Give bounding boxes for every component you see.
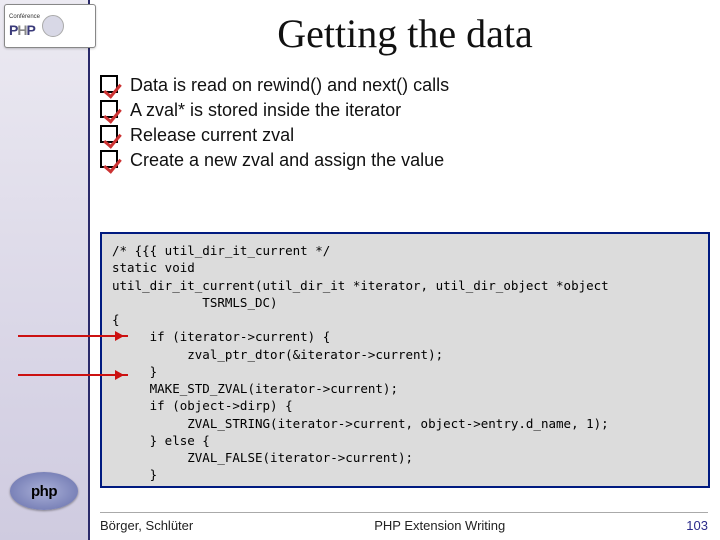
checkbox-checked-icon bbox=[100, 125, 118, 143]
sidebar bbox=[0, 0, 88, 540]
bullet-text: Data is read on rewind() and next() call… bbox=[130, 75, 449, 96]
bullet-list: Data is read on rewind() and next() call… bbox=[100, 75, 700, 175]
bullet-text: Release current zval bbox=[130, 125, 294, 146]
checkbox-checked-icon bbox=[100, 100, 118, 118]
slide: Conférence PHP Getting the data Data is … bbox=[0, 0, 720, 540]
footer-title: PHP Extension Writing bbox=[193, 518, 686, 533]
arrow-icon bbox=[18, 335, 128, 337]
bullet-item: Data is read on rewind() and next() call… bbox=[100, 75, 700, 96]
conference-logo: Conférence PHP bbox=[4, 4, 96, 48]
conference-php: PHP bbox=[9, 22, 40, 38]
bullet-item: Create a new zval and assign the value bbox=[100, 150, 700, 171]
bullet-item: A zval* is stored inside the iterator bbox=[100, 100, 700, 121]
php-logo: php bbox=[10, 472, 78, 510]
conference-logo-text: Conférence PHP bbox=[9, 14, 40, 39]
code-block: /* {{{ util_dir_it_current */ static voi… bbox=[100, 232, 710, 488]
bullet-text: A zval* is stored inside the iterator bbox=[130, 100, 401, 121]
footer-authors: Börger, Schlüter bbox=[100, 518, 193, 533]
bullet-item: Release current zval bbox=[100, 125, 700, 146]
arrow-icon bbox=[18, 374, 128, 376]
bullet-text: Create a new zval and assign the value bbox=[130, 150, 444, 171]
checkbox-checked-icon bbox=[100, 75, 118, 93]
php-logo-text: php bbox=[31, 483, 57, 500]
elephant-icon bbox=[42, 15, 64, 37]
checkbox-checked-icon bbox=[100, 150, 118, 168]
slide-title: Getting the data bbox=[100, 10, 710, 57]
vertical-divider bbox=[88, 0, 90, 540]
conference-line1: Conférence bbox=[9, 14, 40, 21]
footer: Börger, Schlüter PHP Extension Writing 1… bbox=[100, 512, 708, 534]
footer-page-number: 103 bbox=[686, 518, 708, 533]
